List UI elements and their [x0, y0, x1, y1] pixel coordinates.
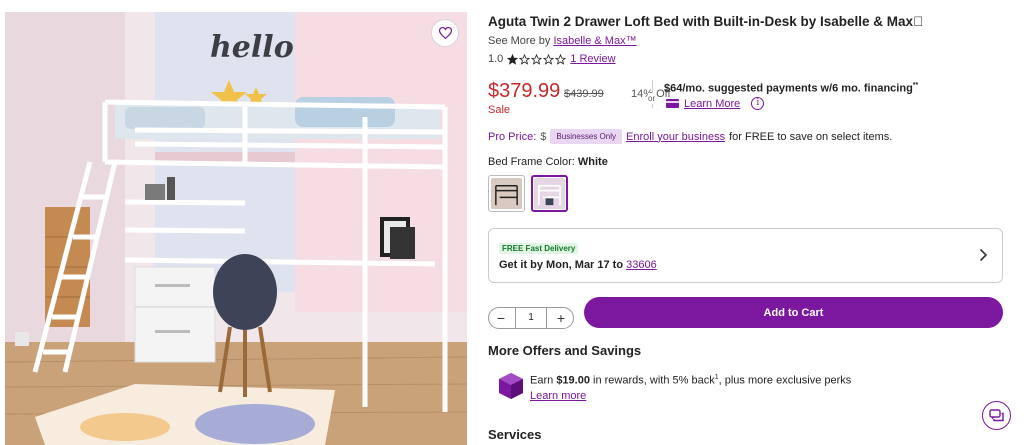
quantity-input[interactable]: 1: [515, 308, 547, 328]
pro-price-row: Pro Price: $ Businesses Only Enroll your…: [488, 129, 892, 144]
heart-icon: [438, 27, 452, 39]
star-empty-icon: [543, 53, 555, 65]
was-price: $439.99: [564, 88, 604, 100]
star-empty-icon: [531, 53, 543, 65]
rewards-cube-icon: [499, 373, 523, 399]
star-empty-icon: [519, 53, 531, 65]
wall-lettering: hello: [210, 30, 294, 65]
rewards-learn-more-link[interactable]: Learn more: [530, 390, 586, 402]
rewards-amount: $19.00: [556, 374, 590, 387]
enroll-business-link[interactable]: Enroll your business: [626, 131, 725, 143]
brand-line: See More by Isabelle & Max™: [488, 35, 637, 47]
chevron-right-icon: [979, 248, 988, 262]
rewards-mid: in rewards, with 5% back: [593, 374, 715, 387]
price-block: $379.99 $439.99 14% Off Sale or $64/mo. …: [488, 80, 1008, 120]
pro-price-label: Pro Price:: [488, 130, 537, 143]
selected-color: White: [577, 156, 608, 168]
financing-footnote-mark: **: [912, 82, 919, 89]
swatch-black-thumbnail: [491, 178, 522, 209]
offers-heading: More Offers and Savings: [488, 343, 642, 358]
product-image[interactable]: hello: [5, 12, 467, 445]
color-label: Bed Frame Color: White: [488, 156, 608, 168]
rating-value: 1.0: [488, 53, 504, 65]
financing-learn-more: Learn More i: [666, 97, 765, 110]
add-to-cart-button[interactable]: Add to Cart: [584, 297, 1003, 328]
swatch-white-thumbnail: [534, 178, 565, 209]
delivery-card[interactable]: FREE Fast Delivery Get it by Mon, Mar 17…: [488, 228, 1003, 283]
swatch-black[interactable]: [488, 175, 525, 212]
sale-label: Sale: [488, 104, 511, 116]
color-label-text: Bed Frame Color:: [488, 156, 575, 168]
swatch-white[interactable]: [531, 175, 568, 212]
businesses-only-badge: Businesses Only: [550, 129, 623, 144]
or-separator: or: [648, 93, 656, 104]
free-delivery-tag: FREE Fast Delivery: [499, 243, 579, 254]
quantity-increase-button[interactable]: +: [549, 308, 573, 328]
pro-price-value: $: [540, 130, 547, 143]
rewards-text: Earn $19.00 in rewards, with 5% back1, p…: [530, 374, 851, 387]
financing-text: $64/mo. suggested payments w/6 mo. finan…: [664, 82, 918, 95]
financing-learn-more-link[interactable]: Learn More: [684, 98, 740, 110]
financing-amount: $64/mo. suggested payments w/6 mo. finan…: [664, 82, 913, 95]
credit-card-icon: [666, 99, 679, 108]
star-filled-icon: [507, 53, 519, 65]
chat-button[interactable]: [982, 401, 1011, 430]
color-swatches: [488, 175, 568, 212]
current-price: $379.99: [488, 80, 561, 102]
services-heading: Services: [488, 427, 542, 442]
delivery-estimate: Get it by Mon, Mar 17 to 33606: [499, 259, 657, 271]
rewards-prefix: Earn: [530, 374, 554, 387]
product-title: Aguta Twin 2 Drawer Loft Bed with Built-…: [488, 14, 924, 29]
quantity-decrease-button[interactable]: −: [489, 308, 513, 328]
brand-link[interactable]: Isabelle & Max™: [553, 35, 636, 47]
rating-summary: 1.0 1 Review: [488, 53, 616, 65]
see-more-prefix: See More by: [488, 35, 551, 47]
zip-code-link[interactable]: 33606: [626, 259, 657, 271]
delivery-date-text: Get it by Mon, Mar 17 to: [499, 259, 624, 271]
favorite-button[interactable]: [431, 19, 459, 47]
pro-suffix: for FREE to save on select items.: [729, 130, 893, 143]
quantity-stepper: − 1 +: [488, 307, 574, 329]
star-empty-icon: [555, 53, 567, 65]
rewards-suffix: , plus more exclusive perks: [718, 374, 852, 387]
info-icon[interactable]: i: [751, 97, 765, 110]
reviews-link[interactable]: 1 Review: [570, 53, 615, 65]
rating-stars: [507, 53, 567, 65]
chat-icon: [988, 408, 1004, 421]
